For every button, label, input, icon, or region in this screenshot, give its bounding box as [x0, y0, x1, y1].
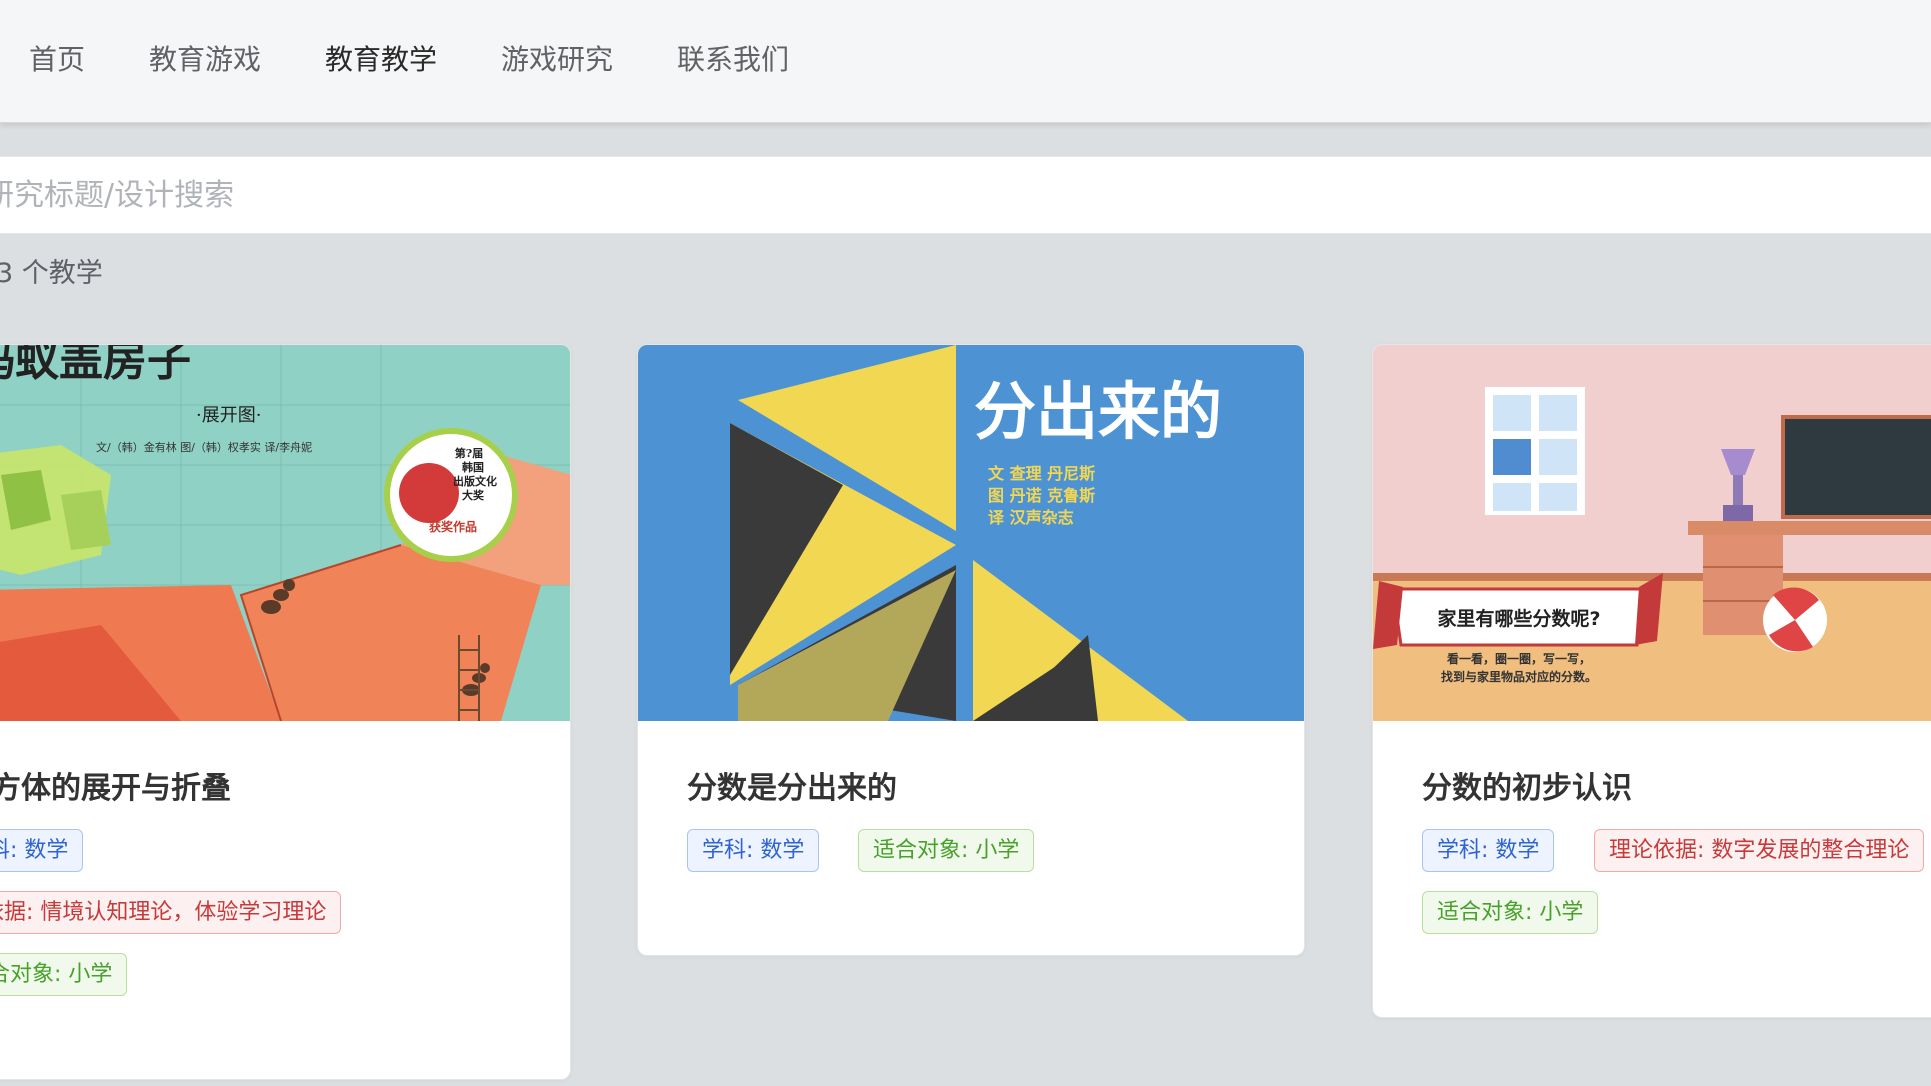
svg-text:译 汉声杂志: 译 汉声杂志 — [988, 508, 1074, 527]
card-title: 分数是分出来的 — [687, 771, 897, 806]
search-input[interactable] — [0, 157, 1915, 233]
cover-illustration-ants-house: 蚂蚁盖房子 ·展开图· 文/（韩）金有林 图/（韩）权孝实 译/李舟妮 第?届 … — [0, 345, 570, 721]
tag-audience: 适合对象: 小学 — [858, 829, 1035, 872]
svg-text:找到与家里物品对应的分数。: 找到与家里物品对应的分数。 — [1441, 669, 1597, 684]
result-count: 3 个教学 — [0, 258, 103, 289]
svg-text:韩国: 韩国 — [462, 460, 484, 474]
tag-subject: 学科: 数学 — [1422, 829, 1555, 872]
svg-text:图 丹诺 克鲁斯: 图 丹诺 克鲁斯 — [988, 486, 1095, 505]
svg-text:文 查理 丹尼斯: 文 查理 丹尼斯 — [988, 464, 1095, 483]
cover-title-text: 蚂蚁盖房子 — [0, 345, 191, 386]
nav-edu-games[interactable]: 教育游戏 — [149, 40, 261, 80]
nav-edu-teaching[interactable]: 教育教学 — [325, 40, 437, 80]
cover-title-text: 分出来的 — [974, 375, 1222, 448]
svg-text:出版文化: 出版文化 — [453, 474, 497, 488]
svg-text:获奖作品: 获奖作品 — [428, 519, 477, 534]
teaching-card-fractions-divided[interactable]: 分出来的 文 查理 丹尼斯 图 丹诺 克鲁斯 译 汉声杂志 分数是分出来的 学科… — [637, 344, 1305, 956]
card-cover-image: 家里有哪些分数呢? 看一看，圈一圈，写一写， 找到与家里物品对应的分数。 — [1373, 345, 1931, 721]
cover-illustration-living-room: 家里有哪些分数呢? 看一看，圈一圈，写一写， 找到与家里物品对应的分数。 — [1373, 345, 1931, 721]
svg-text:文/（韩）金有林 图/（韩）权孝实 译/李舟妮: 文/（韩）金有林 图/（韩）权孝实 译/李舟妮 — [96, 440, 312, 454]
svg-text:大奖: 大奖 — [462, 488, 485, 502]
cover-banner-text: 家里有哪些分数呢? — [1437, 607, 1600, 630]
search-bar — [0, 156, 1931, 234]
teaching-card-cube-net[interactable]: 蚂蚁盖房子 ·展开图· 文/（韩）金有林 图/（韩）权孝实 译/李舟妮 第?届 … — [0, 344, 571, 1080]
top-navbar: 首页 教育游戏 教育教学 游戏研究 联系我们 — [0, 0, 1931, 123]
tag-theory: 理论依据: 情境认知理论，体验学习理论 — [0, 891, 342, 934]
card-title: 方体的展开与折叠 — [0, 771, 231, 806]
nav-contact-us[interactable]: 联系我们 — [677, 40, 789, 80]
tag-subject: 学科: 数学 — [687, 829, 820, 872]
card-title: 分数的初步认识 — [1422, 771, 1632, 806]
cover-illustration-triangles: 分出来的 文 查理 丹尼斯 图 丹诺 克鲁斯 译 汉声杂志 — [638, 345, 1304, 721]
card-cover-image: 蚂蚁盖房子 ·展开图· 文/（韩）金有林 图/（韩）权孝实 译/李舟妮 第?届 … — [0, 345, 570, 721]
tag-subject: 学科: 数学 — [0, 829, 84, 872]
nav-game-research[interactable]: 游戏研究 — [501, 40, 613, 80]
nav-home[interactable]: 首页 — [29, 40, 85, 80]
svg-text:看一看，圈一圈，写一写，: 看一看，圈一圈，写一写， — [1447, 651, 1591, 666]
tag-audience: 适合对象: 小学 — [1422, 891, 1599, 934]
svg-text:·展开图·: ·展开图· — [196, 405, 261, 426]
card-cover-image: 分出来的 文 查理 丹尼斯 图 丹诺 克鲁斯 译 汉声杂志 — [638, 345, 1304, 721]
tag-theory: 理论依据: 数字发展的整合理论 — [1594, 829, 1925, 872]
svg-text:第?届: 第?届 — [455, 446, 483, 460]
tag-audience: 适合对象: 小学 — [0, 953, 128, 996]
teaching-card-fractions-intro[interactable]: 家里有哪些分数呢? 看一看，圈一圈，写一写， 找到与家里物品对应的分数。 分数的… — [1372, 344, 1931, 1018]
